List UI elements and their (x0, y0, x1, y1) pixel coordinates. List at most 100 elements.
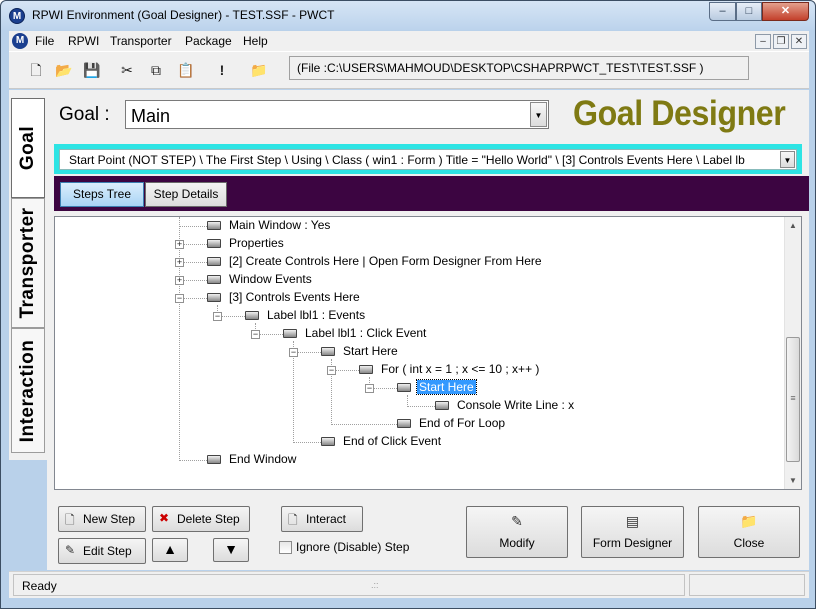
mdi-close-button[interactable]: ✕ (791, 34, 807, 49)
cut-icon[interactable]: ✂ (116, 60, 138, 80)
tree-expand-toggle[interactable]: + (175, 276, 184, 285)
new-step-label: New Step (83, 512, 136, 526)
steps-tree[interactable]: + + + − − − − − − Main Window : Yes Prop… (54, 216, 802, 490)
tree-node-label: Label lbl1 : Events (267, 308, 366, 322)
menu-transporter[interactable]: Transporter (110, 34, 172, 48)
mdi-restore-button[interactable]: ❐ (773, 34, 789, 49)
view-tabs: Steps Tree Step Details (54, 176, 809, 211)
minimize-button[interactable]: – (709, 2, 736, 21)
chevron-down-icon[interactable]: ▼ (780, 151, 795, 168)
tree-expand-toggle[interactable]: − (175, 294, 184, 303)
scroll-up-icon[interactable]: ▲ (785, 217, 801, 234)
tree-expand-toggle[interactable]: − (213, 312, 222, 321)
menu-bar: M File RPWI Transporter Package Help – ❐… (9, 31, 809, 51)
tree-expand-toggle[interactable]: + (175, 258, 184, 267)
chevron-down-icon[interactable]: ▼ (530, 102, 547, 127)
run-icon[interactable]: ! (211, 60, 233, 80)
close-button[interactable]: 📁 Close (698, 506, 800, 558)
tree-connector (184, 298, 207, 299)
menu-rpwi[interactable]: RPWI (68, 34, 99, 48)
maximize-button[interactable]: □ (736, 2, 762, 21)
status-panel: Ready .:: (13, 574, 685, 596)
step-icon (359, 365, 373, 374)
delete-step-button[interactable]: ✖ Delete Step (152, 506, 250, 532)
mdi-minimize-button[interactable]: – (755, 34, 771, 49)
step-icon (245, 311, 259, 320)
step-icon (283, 329, 297, 338)
tree-connector (222, 316, 245, 317)
tree-connector (293, 442, 321, 443)
edit-step-label: Edit Step (83, 544, 132, 558)
tree-expand-toggle[interactable]: − (289, 348, 298, 357)
move-down-button[interactable]: ▼ (213, 538, 249, 562)
side-tabs: Goal Transporter Interaction (9, 90, 47, 460)
new-icon[interactable]: 🗋 (25, 60, 47, 80)
tree-node-label: Start Here (416, 379, 477, 395)
tree-node-label: [3] Controls Events Here (229, 290, 360, 304)
menu-file[interactable]: File (35, 34, 54, 48)
tree-expand-toggle[interactable]: + (175, 240, 184, 249)
ignore-step-label: Ignore (Disable) Step (296, 540, 410, 554)
tree-connector (184, 244, 207, 245)
step-icon (397, 419, 411, 428)
delete-step-icon: ✖ (159, 511, 170, 525)
goal-designer-pane: Goal : Main ▼ Goal Designer Start Point … (47, 90, 809, 570)
toolbar: 🗋 📂 💾 ✂ ⧉ 📋 ! 📁 (File :C:\USERS\MAHMOUD\… (9, 51, 809, 89)
delete-step-label: Delete Step (177, 512, 240, 526)
step-path-select[interactable]: Start Point (NOT STEP) \ The First Step … (59, 149, 797, 170)
tree-node-label: End of For Loop (419, 416, 506, 430)
tree-node-label: End of Click Event (343, 434, 442, 448)
tree-node-label: Console Write Line : x (457, 398, 575, 412)
close-window-button[interactable]: ✕ (762, 2, 809, 21)
tree-node-label: For ( int x = 1 ; x <= 10 ; x++ ) (381, 362, 540, 376)
tree-node-label: Window Events (229, 272, 312, 286)
folder-up-icon[interactable]: 📁 (248, 60, 270, 80)
menu-help[interactable]: Help (243, 34, 268, 48)
tree-connector (374, 388, 397, 389)
step-icon (321, 437, 335, 446)
tab-steps-tree[interactable]: Steps Tree (60, 182, 144, 207)
page-title: Goal Designer (573, 94, 786, 133)
save-icon[interactable]: 💾 (81, 60, 103, 80)
tree-expand-toggle[interactable]: − (365, 384, 374, 393)
move-up-button[interactable]: ▲ (152, 538, 188, 562)
tab-transporter-label: Transporter (17, 207, 38, 319)
tree-expand-toggle[interactable]: − (251, 330, 260, 339)
interact-label: Interact (306, 512, 347, 526)
app-window: M RPWI Environment (Goal Designer) - TES… (0, 0, 816, 609)
modify-button[interactable]: ✎ Modify (466, 506, 568, 558)
file-path-display: (File :C:\USERS\MAHMOUD\DESKTOP\CSHAPRPW… (289, 56, 749, 80)
tab-goal[interactable]: Goal (11, 98, 45, 198)
ignore-step-checkbox[interactable] (279, 541, 292, 554)
tree-connector (184, 280, 207, 281)
tree-connector (336, 370, 359, 371)
step-icon (207, 239, 221, 248)
scrollbar-thumb[interactable]: ≡ (786, 337, 800, 462)
title-bar[interactable]: M RPWI Environment (Goal Designer) - TES… (1, 1, 815, 30)
tab-step-details[interactable]: Step Details (145, 182, 227, 207)
step-path-text: Start Point (NOT STEP) \ The First Step … (69, 153, 745, 167)
form-designer-button[interactable]: ▤ Form Designer (581, 506, 684, 558)
menu-package[interactable]: Package (185, 34, 232, 48)
step-path-bar: Start Point (NOT STEP) \ The First Step … (54, 144, 802, 174)
status-panel-secondary (689, 574, 805, 596)
tab-interaction[interactable]: Interaction (11, 328, 45, 453)
tree-scrollbar[interactable]: ▲ ≡ ▼ (784, 217, 801, 489)
copy-icon[interactable]: ⧉ (145, 60, 167, 80)
edit-step-button[interactable]: ✎ Edit Step (58, 538, 146, 564)
new-step-button[interactable]: 🗋 New Step (58, 506, 146, 532)
status-bar: Ready .:: (9, 571, 809, 598)
close-folder-icon: 📁 (740, 513, 758, 529)
open-icon[interactable]: 📂 (53, 60, 75, 80)
scroll-down-icon[interactable]: ▼ (785, 472, 801, 489)
tree-node-label: [2] Create Controls Here | Open Form Des… (229, 254, 542, 268)
tree-expand-toggle[interactable]: − (327, 366, 336, 375)
goal-select[interactable]: Main ▼ (125, 100, 549, 129)
paste-icon[interactable]: 📋 (175, 60, 197, 80)
tree-connector (184, 262, 207, 263)
mdi-system-icon[interactable]: M (12, 33, 28, 49)
close-label: Close (733, 536, 765, 550)
tab-transporter[interactable]: Transporter (11, 198, 45, 328)
interact-button[interactable]: 🗋 Interact (281, 506, 363, 532)
tree-node-label: Properties (229, 236, 284, 250)
